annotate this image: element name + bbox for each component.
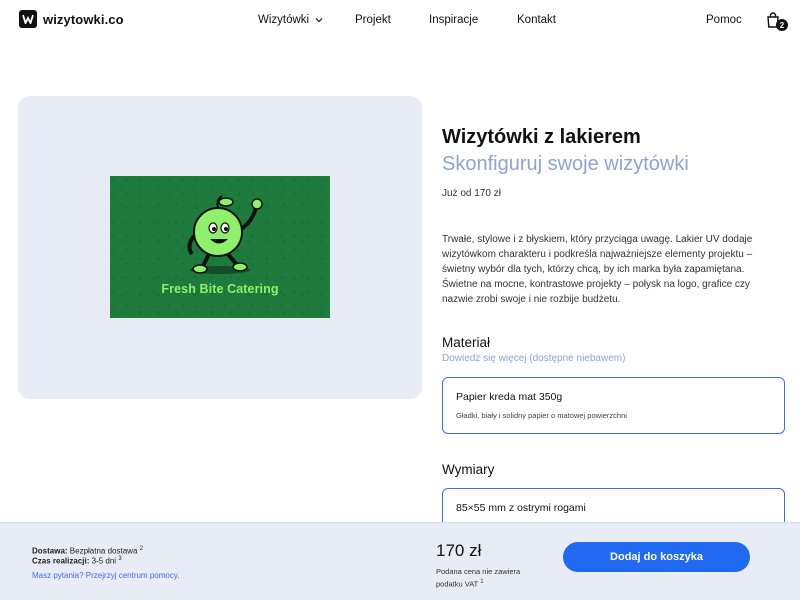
- production-time-label: Czas realizacji:: [32, 556, 90, 566]
- option-name: 85×55 mm z ostrymi rogami: [456, 502, 586, 514]
- learn-more-link[interactable]: Dowiedz się więcej (dostępne niebawem): [442, 353, 625, 364]
- nav-item-label: Pomoc: [706, 14, 742, 26]
- option-name: Papier kreda mat 350g: [456, 391, 563, 403]
- help-center-link[interactable]: Masz pytania? Przejrzyj centrum pomocy.: [32, 571, 179, 580]
- delivery-footnote: 2: [139, 546, 143, 552]
- checkout-bar: Dostawa: Bezpłatna dostawa 2 Czas realiz…: [0, 522, 800, 600]
- nav-item-pomoc[interactable]: Pomoc: [706, 14, 742, 26]
- nav-item-projekt[interactable]: Projekt: [355, 14, 391, 26]
- production-time-info: Czas realizacji: 3-5 dni 3: [32, 556, 122, 566]
- vat-note: Podana cena nie zawiera podatku VAT 1: [436, 567, 546, 590]
- nav-item-inspiracje[interactable]: Inspiracje: [429, 14, 478, 26]
- page-title: Wizytówki z lakierem: [442, 126, 641, 148]
- delivery-label: Dostawa:: [32, 546, 68, 556]
- production-time-value: 3-5 dni: [91, 556, 117, 566]
- product-description: Trwałe, stylowe i z błyskiem, który przy…: [442, 234, 753, 305]
- chevron-down-icon: [315, 14, 323, 26]
- material-option[interactable]: Papier kreda mat 350g Gładki, biały i so…: [442, 377, 785, 434]
- product-preview-panel: Fresh Bite Catering: [18, 96, 422, 399]
- cart-button[interactable]: 2: [766, 12, 788, 32]
- option-description: Gładki, biały i solidny papier o matowej…: [456, 411, 627, 420]
- material-section-title: Materiał: [442, 335, 491, 350]
- vat-footnote: 1: [480, 579, 484, 585]
- total-price: 170 zł: [436, 541, 482, 560]
- nav-item-kontakt[interactable]: Kontakt: [517, 14, 556, 26]
- vat-note-text: Podana cena nie zawiera podatku VAT: [436, 567, 521, 589]
- nav-item-label: Wizytówki: [258, 14, 310, 26]
- delivery-value: Bezpłatna dostawa: [69, 546, 138, 556]
- business-card-preview: Fresh Bite Catering: [110, 176, 330, 318]
- nav-item-label: Inspiracje: [429, 14, 479, 26]
- logo-mark-icon: [19, 10, 37, 28]
- logo[interactable]: wizytowki.co: [19, 10, 124, 28]
- nav-item-wizytowki[interactable]: Wizytówki: [258, 14, 323, 26]
- delivery-info: Dostawa: Bezpłatna dostawa 2: [32, 546, 143, 556]
- nav-item-label: Kontakt: [517, 14, 556, 26]
- page-subtitle: Skonfiguruj swoje wizytówki: [442, 153, 689, 175]
- site-header: wizytowki.co Wizytówki Projekt Inspiracj…: [0, 0, 800, 42]
- logo-text: wizytowki.co: [43, 11, 124, 27]
- add-to-cart-button[interactable]: Dodaj do koszyka: [563, 542, 750, 572]
- cart-count-badge: 2: [776, 19, 788, 31]
- card-company-name: Fresh Bite Catering: [161, 282, 279, 296]
- production-time-footnote: 3: [118, 556, 122, 562]
- mascot-illustration: [187, 195, 263, 274]
- price-from: Już od 170 zł: [442, 188, 501, 199]
- nav-item-label: Projekt: [355, 14, 391, 26]
- dimensions-section-title: Wymiary: [442, 462, 495, 477]
